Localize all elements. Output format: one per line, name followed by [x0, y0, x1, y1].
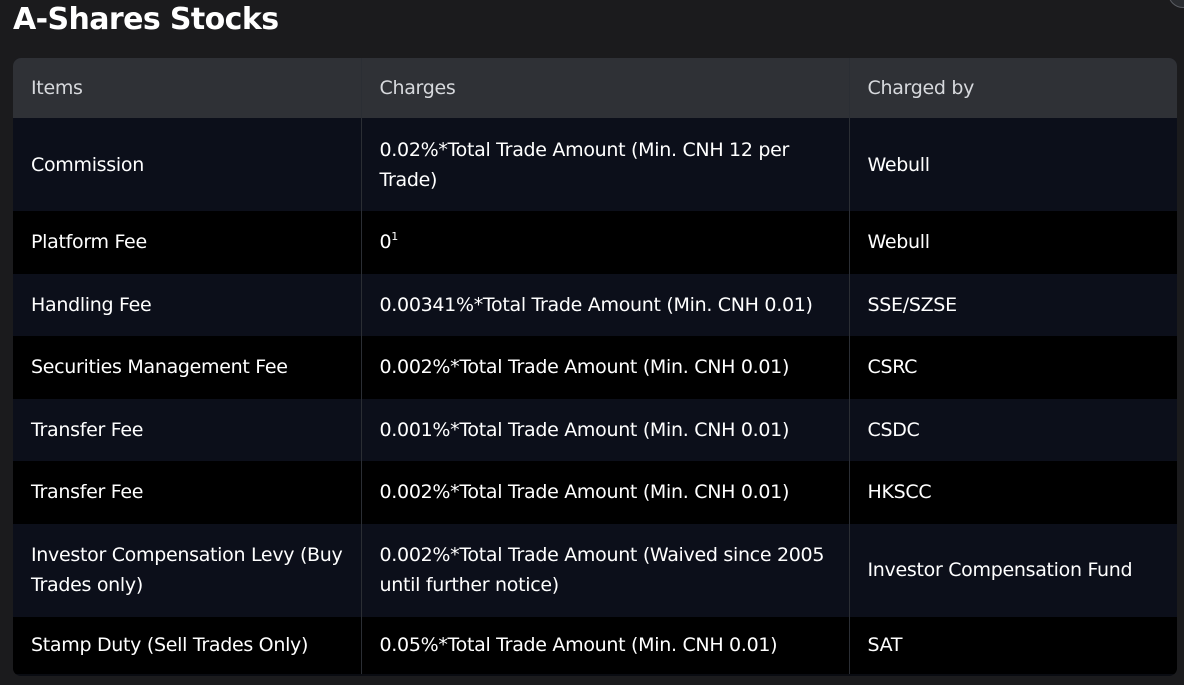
- cell-item: Securities Management Fee: [13, 336, 361, 399]
- cell-charged-by: CSRC: [848, 336, 1177, 399]
- cell-charged-by: SSE/SZSE: [848, 273, 1177, 336]
- close-button[interactable]: ✕: [1168, 0, 1184, 8]
- column-header-items: Items: [13, 58, 361, 118]
- cell-charge: 0.001%*Total Trade Amount (Min. CNH 0.01…: [360, 398, 849, 461]
- cell-item: Stamp Duty (Sell Trades Only): [13, 616, 361, 674]
- cell-charge: 0.05%*Total Trade Amount (Min. CNH 0.01): [360, 616, 849, 674]
- column-header-charges: Charges: [360, 58, 849, 118]
- cell-charged-by: HKSCC: [848, 461, 1177, 524]
- page-title: A-Shares Stocks: [13, 2, 279, 37]
- fees-table: Items Charges Charged by Commission 0.02…: [13, 58, 1177, 674]
- cell-item: Handling Fee: [13, 273, 361, 336]
- cell-charge: 0.002%*Total Trade Amount (Waived since …: [360, 523, 849, 617]
- cell-charge: 0.002%*Total Trade Amount (Min. CNH 0.01…: [360, 461, 849, 524]
- table-row: Commission 0.02%*Total Trade Amount (Min…: [13, 118, 1177, 211]
- charge-value: 0: [379, 231, 392, 254]
- cell-item: Platform Fee: [13, 211, 361, 274]
- cell-charged-by: CSDC: [848, 398, 1177, 461]
- cell-charged-by: Investor Compensation Fund: [848, 523, 1177, 617]
- cell-charged-by: Webull: [848, 118, 1177, 211]
- table-row: Platform Fee 01 Webull: [13, 211, 1177, 274]
- cell-charge: 0.02%*Total Trade Amount (Min. CNH 12 pe…: [360, 118, 849, 211]
- table-row: Transfer Fee 0.001%*Total Trade Amount (…: [13, 398, 1177, 461]
- cell-charged-by: Webull: [848, 211, 1177, 274]
- cell-charge: 01: [360, 211, 849, 274]
- cell-charged-by: SAT: [848, 616, 1177, 674]
- cell-charge: 0.00341%*Total Trade Amount (Min. CNH 0.…: [360, 273, 849, 336]
- fees-table-card: Items Charges Charged by Commission 0.02…: [13, 58, 1177, 676]
- cell-charge: 0.002%*Total Trade Amount (Min. CNH 0.01…: [360, 336, 849, 399]
- cell-item: Commission: [13, 118, 361, 211]
- close-icon: ✕: [1175, 0, 1184, 3]
- table-row: Handling Fee 0.00341%*Total Trade Amount…: [13, 273, 1177, 336]
- table-row: Securities Management Fee 0.002%*Total T…: [13, 336, 1177, 399]
- footnote-marker[interactable]: 1: [391, 230, 398, 243]
- table-row: Transfer Fee 0.002%*Total Trade Amount (…: [13, 461, 1177, 524]
- cell-item: Investor Compensation Levy (Buy Trades o…: [13, 523, 361, 617]
- cell-item: Transfer Fee: [13, 398, 361, 461]
- table-row: Stamp Duty (Sell Trades Only) 0.05%*Tota…: [13, 616, 1177, 674]
- column-header-charged-by: Charged by: [848, 58, 1177, 118]
- table-header-row: Items Charges Charged by: [13, 58, 1177, 118]
- table-row: Investor Compensation Levy (Buy Trades o…: [13, 523, 1177, 617]
- cell-item: Transfer Fee: [13, 461, 361, 524]
